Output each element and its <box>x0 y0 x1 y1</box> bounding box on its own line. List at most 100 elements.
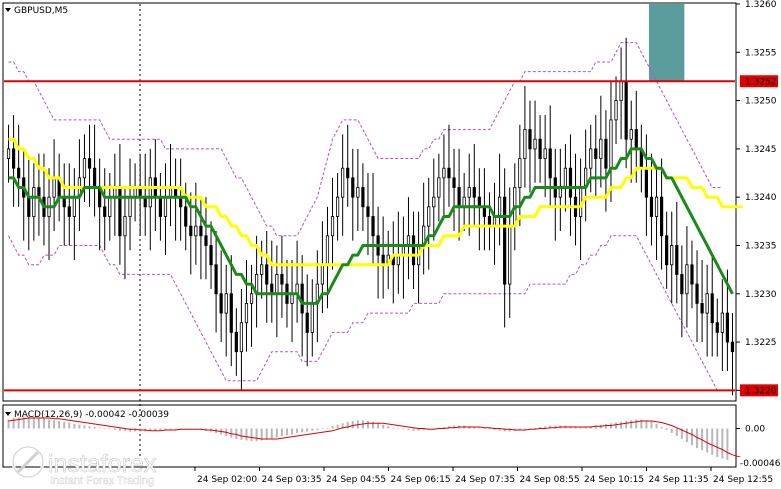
macd-hist-bar <box>285 428 288 436</box>
candle-body <box>229 293 233 333</box>
candle-body <box>371 216 375 237</box>
macd-hist-bar <box>68 422 71 429</box>
price-tag-label: 1.3220 <box>745 386 777 396</box>
macd-hist-bar <box>42 418 45 429</box>
price-tick-label: 1.3240 <box>745 193 777 203</box>
candle-body <box>11 148 16 169</box>
candle-body <box>578 187 583 217</box>
candle-body <box>356 187 360 198</box>
candle-body <box>209 245 213 266</box>
macd-hist-bar <box>392 427 395 429</box>
candle-body <box>310 303 314 333</box>
candle-body <box>199 225 203 237</box>
macd-hist-bar <box>48 419 51 429</box>
macd-hist-bar <box>690 428 693 445</box>
candle-body <box>457 187 461 208</box>
macd-hist-bar <box>382 424 385 429</box>
price-tag-label: 1.3252 <box>745 77 777 87</box>
macd-hist-bar <box>280 428 283 436</box>
candle-body <box>280 274 284 285</box>
candle-body <box>533 138 537 150</box>
candle-body <box>204 235 208 246</box>
macd-hist-bar <box>377 423 380 429</box>
candle-body <box>214 264 218 295</box>
candle-body <box>680 274 684 295</box>
candle-body <box>508 225 512 285</box>
macd-hist-bar <box>665 428 668 430</box>
price-chart[interactable]: 1.3260 1.3255 1.3250 1.3245 1.3240 1.3235 1.32… <box>0 0 781 489</box>
macd-hist-bar <box>726 428 729 460</box>
candle-body <box>442 167 446 179</box>
time-tick-label: 24 Sep 11:35 <box>649 475 709 485</box>
candle-body <box>249 293 254 304</box>
candle-body <box>644 167 649 198</box>
macd-hist-bar <box>301 428 304 433</box>
time-tick-label: 24 Sep 02:00 <box>197 475 257 485</box>
candle-body <box>427 206 431 227</box>
macd-hist-bar <box>240 428 243 440</box>
candle-body <box>604 138 608 169</box>
candle-body <box>609 119 613 169</box>
time-tick-label: 24 Sep 07:35 <box>455 475 515 485</box>
macd-hist-bar <box>650 421 653 429</box>
candle-body <box>67 206 71 217</box>
macd-hist-bar <box>265 428 268 440</box>
macd-hist-bar <box>311 428 314 431</box>
macd-hist-bar <box>88 426 91 429</box>
macd-hist-bar <box>407 428 410 430</box>
candle-body <box>234 331 238 353</box>
candle-body <box>123 216 127 237</box>
candle-body <box>710 293 714 324</box>
macd-hist-bar <box>483 428 486 429</box>
candle-body <box>72 196 76 217</box>
macd-hist-bar <box>275 428 278 438</box>
candle-body <box>346 167 350 179</box>
candle-body <box>523 129 527 159</box>
macd-hist-bar <box>488 428 491 430</box>
macd-hist-bar <box>402 428 405 430</box>
time-tick-label: 24 Sep 12:55 <box>713 475 773 485</box>
candle-body <box>82 158 87 179</box>
candle-body <box>720 312 724 333</box>
resistance-zone-layer <box>648 4 685 82</box>
candle-body <box>563 167 568 188</box>
macd-hist-bar <box>93 427 96 429</box>
macd-hist-bar <box>635 419 638 429</box>
price-tag-label: 1.3225 <box>745 338 777 348</box>
candle-body <box>366 206 370 217</box>
price-tick-label: 1.3235 <box>745 241 777 251</box>
candle-body <box>528 129 532 150</box>
candle-body <box>27 196 31 217</box>
candle-body <box>361 187 365 208</box>
macd-hist-bar <box>316 428 319 430</box>
candle-body <box>103 206 107 217</box>
candle-body <box>649 196 654 217</box>
macd-hist-bar <box>397 428 400 429</box>
candle-body <box>32 187 36 217</box>
candle-body <box>700 303 704 314</box>
macd-hist-bar <box>63 421 66 429</box>
macd-hist-bar <box>331 426 334 429</box>
candle-body <box>685 264 689 295</box>
macd-hist-bar <box>630 420 633 429</box>
candle-body <box>6 148 11 159</box>
time-tick-label: 24 Sep 10:15 <box>584 475 644 485</box>
macd-hist-bar <box>706 428 709 453</box>
candle-body <box>447 167 451 179</box>
candle-body <box>467 187 471 198</box>
candle-body <box>158 196 163 217</box>
candle-body <box>92 167 97 188</box>
macd-hist-bar <box>716 428 719 457</box>
macd-hist-bar <box>351 421 354 429</box>
candle-body <box>351 177 355 198</box>
macd-hist-bar <box>615 422 618 429</box>
macd-hist-bar <box>159 428 162 430</box>
candle-body <box>497 196 502 217</box>
macd-hist-bar <box>270 428 273 439</box>
macd-hist-bar <box>291 428 294 435</box>
watermark-brand: instaforex <box>48 450 157 478</box>
candle-body <box>472 187 476 198</box>
candle-body <box>148 177 152 208</box>
macd-hist-bar <box>721 428 724 459</box>
candle-body <box>128 196 132 217</box>
